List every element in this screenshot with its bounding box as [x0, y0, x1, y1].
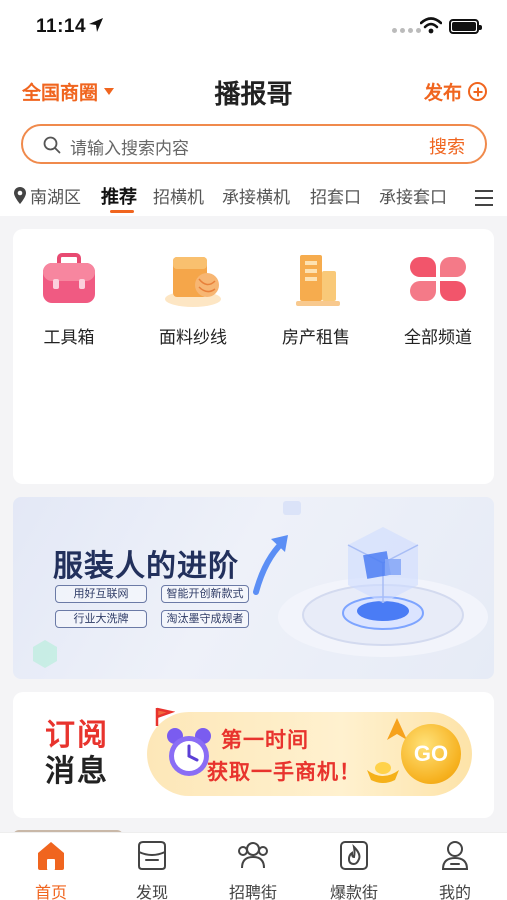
flag-icon [155, 707, 175, 726]
header: 全国商圈 播报哥 发布 请输入搜索内容 搜索 [0, 58, 507, 170]
gold-ingot-icon [367, 762, 399, 783]
tabbar-label: 爆款街 [329, 883, 378, 900]
recruit-icon [238, 842, 268, 869]
active-tab-indicator [110, 210, 134, 213]
search-input[interactable]: 请输入搜索内容 [70, 134, 189, 159]
status-bar: 11:14 [0, 0, 507, 58]
profile-icon [441, 841, 469, 870]
tabbar-discover[interactable]: 发现 [112, 838, 192, 900]
banner-tag: 用好互联网 [55, 585, 147, 603]
grid-item-toolbox[interactable]: 工具箱 [14, 249, 124, 348]
grid-item-label: 全部频道 [404, 328, 472, 348]
home-icon [38, 842, 64, 870]
tab-contract-linking[interactable]: 承接套口 [379, 183, 447, 208]
tab-contract-knitting[interactable]: 承接横机 [222, 183, 290, 208]
subscribe-title-line2: 消息 [45, 754, 109, 789]
grid-item-label: 房产租售 [282, 328, 350, 348]
signal-icon [392, 28, 421, 33]
search-icon [43, 136, 61, 154]
banner-tag: 行业大洗牌 [55, 610, 147, 628]
search-button[interactable]: 搜索 [429, 133, 465, 159]
subscribe-line1: 第一时间 [221, 728, 309, 752]
grid-item-all-channels[interactable]: 全部频道 [383, 249, 493, 348]
tabs-fade [447, 170, 467, 216]
tabbar-hot[interactable]: 爆款街 [314, 838, 394, 900]
subscribe-card[interactable]: 订阅 消息 第一时间 获取一手商机！ GO [13, 692, 494, 818]
tab-location[interactable]: 南湖区 [30, 183, 81, 208]
battery-icon [449, 19, 482, 34]
channel-grid: 工具箱 面料纱线 房产租售 全部频道 [13, 229, 494, 484]
category-tabs: 南湖区 推荐 招横机 承接横机 招套口 承接套口 [0, 170, 507, 216]
tab-hire-linking[interactable]: 招套口 [310, 183, 361, 208]
publish-label: 发布 [423, 82, 462, 104]
go-button[interactable]: GO [401, 724, 461, 784]
grid-item-label: 工具箱 [43, 328, 95, 348]
grid-item-fabric-yarn[interactable]: 面料纱线 [138, 249, 248, 348]
location-arrow-icon [89, 18, 103, 32]
subscribe-title-line1: 订阅 [45, 718, 109, 753]
hot-icon [340, 841, 368, 870]
discover-icon [138, 841, 166, 870]
toolbox-icon [39, 249, 99, 309]
search-bar[interactable]: 请输入搜索内容 搜索 [21, 124, 487, 164]
banner-title: 服装人的进阶 [53, 549, 239, 584]
bottom-tab-bar: 首页 发现 招聘街 爆款街 我的 [0, 832, 507, 900]
grid-item-real-estate[interactable]: 房产租售 [261, 249, 371, 348]
building-icon [286, 249, 346, 309]
status-time: 11:14 [36, 16, 87, 37]
banner-tag: 淘汰墨守成规者 [161, 610, 249, 628]
subscribe-line2: 获取一手商机！ [207, 760, 361, 784]
subscribe-banner[interactable]: 第一时间 获取一手商机！ GO [147, 712, 472, 796]
tabbar-profile[interactable]: 我的 [415, 838, 495, 900]
wifi-icon [420, 17, 442, 34]
tabbar-label: 招聘街 [228, 883, 277, 900]
publish-button[interactable]: 发布 [424, 78, 487, 105]
tabbar-label: 发现 [135, 883, 168, 900]
promo-banner[interactable]: 服装人的进阶 用好互联网 智能开创新款式 行业大洗牌 淘汰墨守成规者 [13, 497, 494, 679]
plus-circle-icon [468, 82, 487, 101]
grid-item-label: 面料纱线 [159, 328, 227, 348]
banner-tag: 智能开创新款式 [161, 585, 249, 603]
tab-recommend[interactable]: 推荐 [101, 183, 137, 209]
tabbar-label: 首页 [34, 883, 67, 900]
tabbar-home[interactable]: 首页 [11, 838, 91, 900]
menu-icon[interactable] [475, 190, 493, 211]
tabbar-recruit[interactable]: 招聘街 [213, 838, 293, 900]
tab-hire-knitting[interactable]: 招横机 [153, 183, 204, 208]
fabric-yarn-icon [163, 249, 223, 309]
tabbar-label: 我的 [438, 883, 471, 900]
location-pin-icon [14, 187, 26, 204]
all-channels-icon [408, 249, 468, 309]
